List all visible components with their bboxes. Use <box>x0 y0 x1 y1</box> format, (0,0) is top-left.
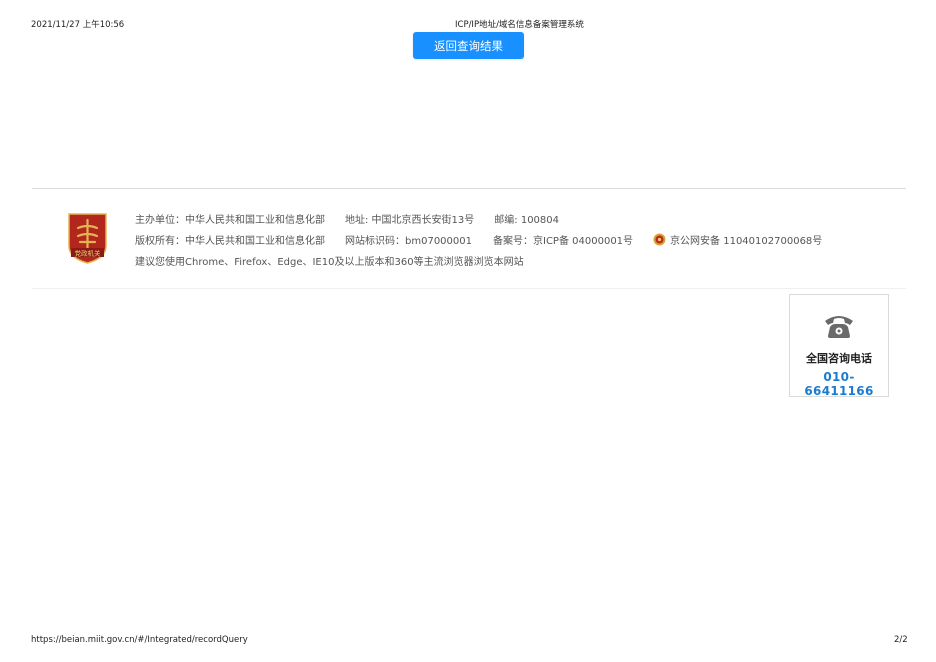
emblem-label: 党政机关 <box>75 249 102 258</box>
host-unit-text: 主办单位：中华人民共和国工业和信息化部 <box>135 215 325 226</box>
footer-line-host: 主办单位：中华人民共和国工业和信息化部 地址: 中国北京西长安街13号 邮编: 10… <box>135 211 559 226</box>
print-page-number: 2/2 <box>894 635 908 645</box>
print-url: https://beian.miit.gov.cn/#/Integrated/r… <box>31 635 248 645</box>
address-text: 地址: 中国北京西长安街13号 <box>345 215 475 226</box>
print-datetime: 2021/11/27 上午10:56 <box>31 20 125 30</box>
footer-bottom-divider <box>32 288 906 289</box>
party-government-emblem-icon: 党政机关 <box>68 213 107 264</box>
browser-recommendation-text: 建议您使用Chrome、Firefox、Edge、IE10及以上版本和360等主… <box>135 257 524 268</box>
hotline-title: 全国咨询电话 <box>806 352 872 365</box>
footer-line-copyright: 版权所有：中华人民共和国工业和信息化部 网站标识码：bm07000001 备案号：京… <box>135 232 822 247</box>
police-record-link[interactable]: 京公网安备 11040102700068号 <box>653 232 822 247</box>
icp-record-link[interactable]: 备案号：京ICP备 04000001号 <box>493 232 633 247</box>
police-record-text: 京公网安备 11040102700068号 <box>670 236 823 247</box>
hotline-panel: 全国咨询电话 010-66411166 <box>789 294 889 398</box>
site-id-text: 网站标识码：bm07000001 <box>345 236 472 247</box>
police-badge-icon <box>653 233 666 246</box>
copyright-text: 版权所有：中华人民共和国工业和信息化部 <box>135 236 325 247</box>
footer-divider <box>32 188 906 189</box>
hotline-number[interactable]: 010-66411166 <box>790 370 888 398</box>
print-page-title: ICP/IP地址/域名信息备案管理系统 <box>455 20 584 30</box>
postcode-text: 邮编: 100804 <box>494 215 560 226</box>
back-to-results-button[interactable]: 返回查询结果 <box>413 32 524 59</box>
telephone-icon <box>825 316 853 338</box>
